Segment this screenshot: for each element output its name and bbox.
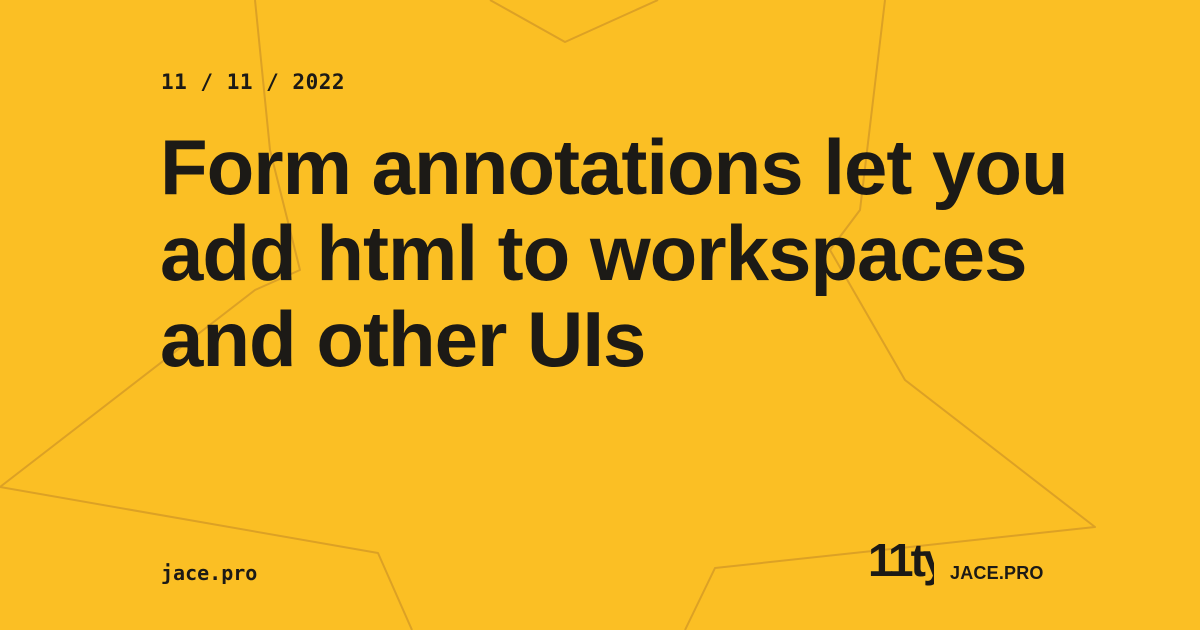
site-url: jace.pro bbox=[161, 561, 258, 585]
post-title: Form annotations let you add html to wor… bbox=[160, 123, 1069, 383]
eleventy-logo-icon: 11ty bbox=[868, 534, 934, 586]
brand-name: JACE.PRO bbox=[950, 563, 1044, 583]
post-date: 11 / 11 / 2022 bbox=[161, 70, 346, 94]
eleventy-logo-text: 11ty bbox=[868, 534, 934, 586]
